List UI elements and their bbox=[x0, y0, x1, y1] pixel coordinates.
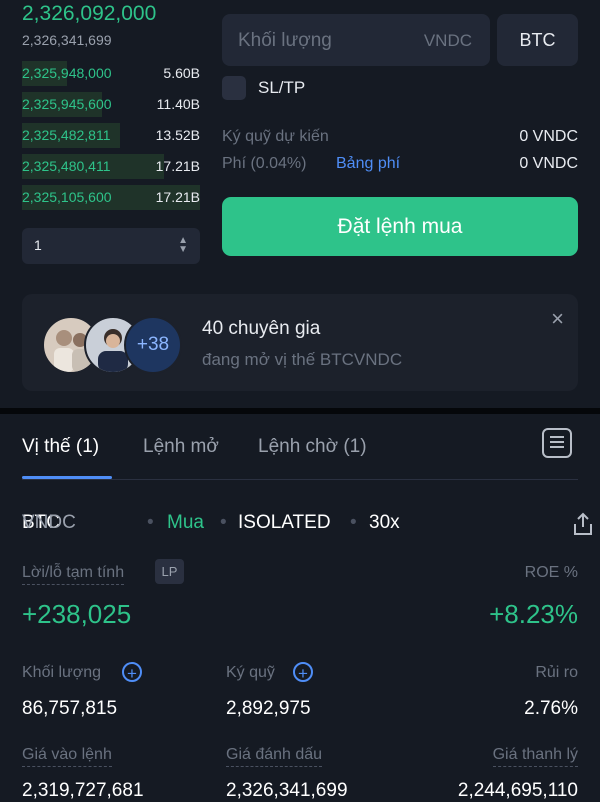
fee-value: 0 VNDC bbox=[519, 155, 578, 172]
more-experts-count: +38 bbox=[124, 316, 182, 374]
mark-price-label: Giá đánh dấu bbox=[226, 746, 323, 767]
add-volume-icon[interactable]: + bbox=[122, 662, 142, 683]
bid-size: 13.52B bbox=[155, 127, 200, 143]
volume-placeholder: Khối lượng bbox=[238, 30, 332, 51]
margin-mode: ISOLATED bbox=[238, 512, 331, 533]
updown-icon: ▲ ▼ bbox=[178, 235, 188, 255]
sltp-checkbox[interactable] bbox=[222, 76, 246, 100]
tab-open-orders[interactable]: Lệnh mở bbox=[143, 436, 219, 458]
liquidation-price-value: 2,244,695,110 bbox=[457, 780, 578, 801]
separator-dot: • bbox=[147, 512, 154, 533]
bid-price: 2,325,482,811 bbox=[22, 127, 111, 143]
order-book-row[interactable]: 2,325,482,811 13.52B bbox=[22, 120, 200, 151]
roe-label: ROE % bbox=[524, 564, 578, 581]
order-book-row[interactable]: 2,325,105,600 17.21B bbox=[22, 182, 200, 213]
bid-price: 2,325,948,000 bbox=[22, 65, 112, 81]
roe-value: +8.23% bbox=[489, 599, 578, 629]
margin-label: Ký quỹ bbox=[226, 664, 275, 681]
last-price: 2,326,092,000 bbox=[22, 2, 157, 25]
volume-label: Khối lượng bbox=[22, 664, 102, 681]
margin-value: 2,892,975 bbox=[226, 698, 311, 719]
order-book-row[interactable]: 2,325,948,000 5.60B bbox=[22, 58, 200, 89]
unrealized-pnl-value: +238,025 bbox=[22, 599, 132, 629]
fee-label: Phí (0.04%) bbox=[222, 155, 307, 172]
separator-dot: • bbox=[220, 512, 227, 533]
place-buy-order-button[interactable]: Đặt lệnh mua bbox=[222, 197, 578, 256]
fee-table-link[interactable]: Bảng phí bbox=[336, 155, 400, 173]
risk-value: 2.76% bbox=[524, 698, 578, 719]
bid-price: 2,325,105,600 bbox=[22, 189, 112, 205]
risk-label: Rủi ro bbox=[535, 664, 578, 681]
document-icon[interactable] bbox=[542, 428, 572, 458]
entry-price-value: 2,319,727,681 bbox=[22, 780, 144, 801]
leverage: 30x bbox=[369, 512, 400, 533]
close-icon[interactable]: × bbox=[551, 306, 564, 332]
bid-price: 2,325,945,600 bbox=[22, 96, 112, 112]
bid-size: 11.40B bbox=[156, 96, 200, 112]
sltp-label[interactable]: SL/TP bbox=[258, 78, 305, 98]
order-book-row[interactable]: 2,325,945,600 11.40B bbox=[22, 89, 200, 120]
experts-title: 40 chuyên gia bbox=[202, 318, 321, 339]
experts-subtitle: đang mở vị thế BTCVNDC bbox=[202, 350, 403, 369]
share-icon[interactable] bbox=[572, 512, 594, 536]
bid-price: 2,325,480,411 bbox=[22, 158, 111, 174]
mark-price-value: 2,326,341,699 bbox=[226, 780, 348, 801]
separator-dot: • bbox=[350, 512, 357, 533]
active-tab-indicator bbox=[22, 476, 112, 479]
liquidation-price-label: Giá thanh lý bbox=[492, 746, 578, 767]
margin-estimate-row: Ký quỹ dự kiến 0 VNDC bbox=[222, 128, 578, 150]
volume-value: 86,757,815 bbox=[22, 698, 118, 719]
precision-select[interactable]: 1 ▲ ▼ bbox=[22, 228, 200, 264]
symbol-quote: VNDC bbox=[22, 512, 76, 533]
order-book-bids: 2,325,948,000 5.60B 2,325,945,600 11.40B… bbox=[22, 58, 200, 213]
position-tabs: Vị thế (1) Lệnh mở Lệnh chờ (1) bbox=[22, 428, 578, 484]
volume-input[interactable]: Khối lượng VNDC bbox=[222, 14, 490, 66]
entry-price-label: Giá vào lệnh bbox=[22, 746, 112, 767]
bid-size: 17.21B bbox=[155, 158, 200, 174]
mark-price: 2,326,341,699 bbox=[22, 32, 112, 48]
volume-unit: VNDC bbox=[423, 31, 472, 50]
tab-pending-orders[interactable]: Lệnh chờ (1) bbox=[258, 436, 367, 458]
positions-panel: Vị thế (1) Lệnh mở Lệnh chờ (1) BTC VNDC … bbox=[0, 414, 600, 801]
precision-value: 1 bbox=[34, 237, 42, 253]
experts-card[interactable]: +38 40 chuyên gia đang mở vị thế BTCVNDC… bbox=[22, 294, 578, 391]
bid-size: 5.60B bbox=[163, 65, 200, 81]
asset-toggle-button[interactable]: BTC bbox=[497, 14, 578, 66]
margin-estimate-label: Ký quỹ dự kiến bbox=[222, 128, 329, 145]
position-header: BTC VNDC • Mua • ISOLATED • 30x bbox=[22, 512, 578, 540]
margin-estimate-value: 0 VNDC bbox=[519, 128, 578, 145]
bid-size: 17.21B bbox=[155, 189, 200, 205]
unrealized-pnl-label: Lời/lỗ tạm tính bbox=[22, 564, 125, 585]
lp-badge[interactable]: LP bbox=[155, 559, 184, 584]
fee-row: Phí (0.04%) Bảng phí 0 VNDC bbox=[222, 155, 578, 177]
side-badge: Mua bbox=[167, 512, 204, 533]
order-book-row[interactable]: 2,325,480,411 17.21B bbox=[22, 151, 200, 182]
order-panel: 2,326,092,000 2,326,341,699 2,325,948,00… bbox=[0, 0, 600, 410]
tab-positions[interactable]: Vị thế (1) bbox=[22, 436, 99, 458]
add-margin-icon[interactable]: + bbox=[293, 662, 313, 683]
tabs-divider bbox=[22, 479, 578, 480]
